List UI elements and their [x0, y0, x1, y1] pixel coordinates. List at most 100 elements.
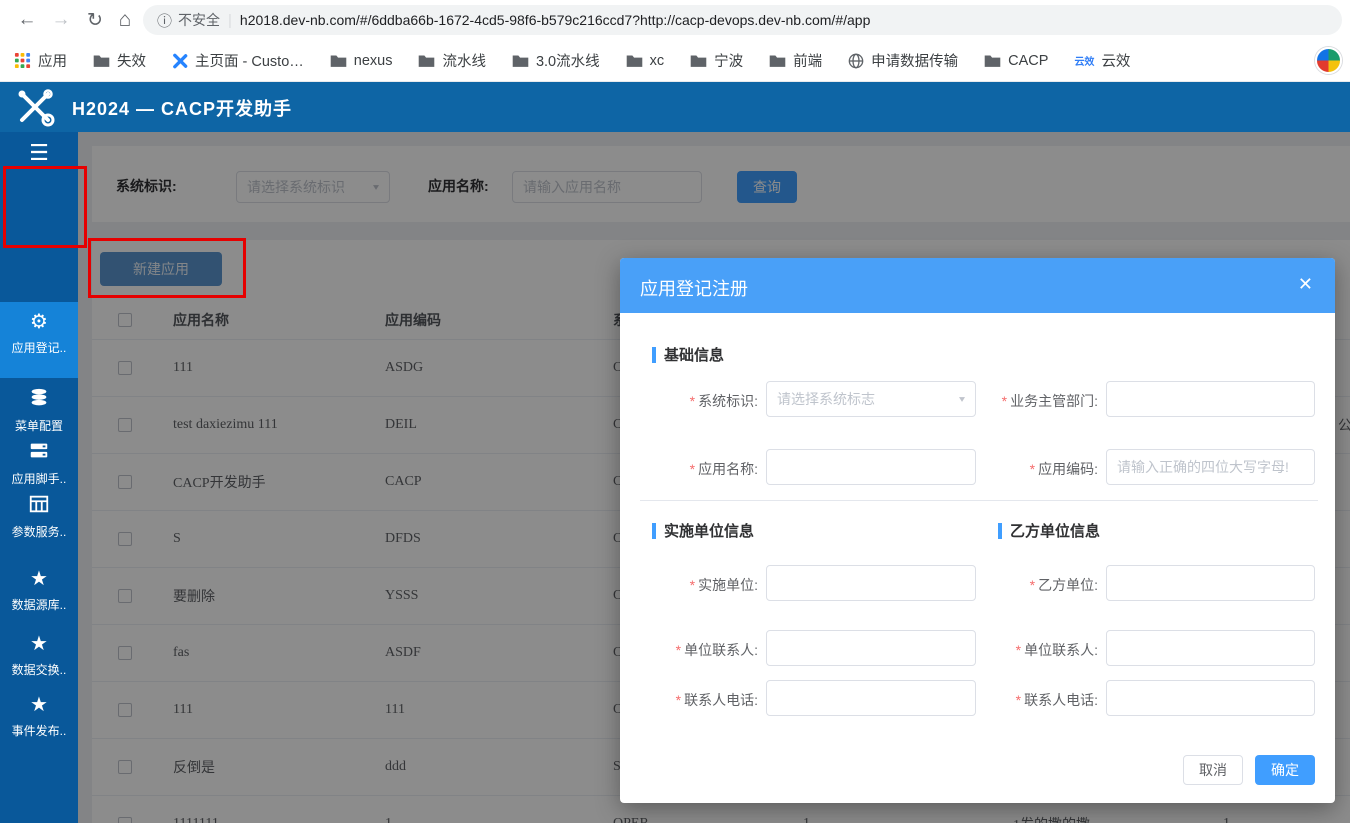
bookmark-label: 宁波: [714, 50, 743, 71]
section-party-b-info: 乙方单位信息: [998, 520, 1100, 541]
modal-b-phone-field: [1106, 680, 1315, 716]
section-bar: [652, 523, 656, 539]
folder-icon: [626, 53, 643, 68]
info-icon[interactable]: ⓘ: [157, 10, 172, 31]
bookmark-label: 主页面 - Custo…: [195, 50, 304, 71]
modal-b-unit-field: [1106, 565, 1315, 601]
modal-dept-field: [1106, 381, 1315, 417]
back-icon[interactable]: ←: [14, 7, 40, 33]
app-header: H2024 — CACP开发助手: [0, 82, 1350, 132]
sidebar-item-app-scaffold[interactable]: 应用脚手..: [0, 433, 78, 487]
modal-b-contact-label: *单位联系人:: [950, 640, 1098, 660]
modal-app-code-label: *应用编码:: [950, 459, 1098, 479]
url-text: h2018.dev-nb.com/#/6ddba66b-1672-4cd5-98…: [240, 12, 870, 28]
modal-dept-input[interactable]: [1106, 381, 1315, 417]
bookmark-item[interactable]: 流水线: [418, 50, 486, 71]
bookmark-label: 云效: [1101, 50, 1130, 71]
folder-icon: [512, 53, 529, 68]
confirm-button[interactable]: 确定: [1255, 755, 1315, 785]
folder-icon: [769, 53, 786, 68]
star-icon: ★: [0, 692, 78, 718]
forward-icon[interactable]: →: [48, 7, 74, 33]
browser-toolbar: ← → ↻ ⌂ ⓘ 不安全 | h2018.dev-nb.com/#/6ddba…: [0, 0, 1350, 40]
modal-app-code-field: [1106, 449, 1315, 485]
bookmarks-bar: 应用 失效 主页面 - Custo… nexus 流水线 3.0流水线 xc 宁波 前端 申请数据…: [0, 40, 1350, 82]
bookmark-label: 前端: [793, 50, 822, 71]
address-bar[interactable]: ⓘ 不安全 | h2018.dev-nb.com/#/6ddba66b-1672…: [143, 5, 1342, 35]
bookmark-item[interactable]: 3.0流水线: [512, 50, 600, 71]
modal-impl-phone-input[interactable]: [766, 680, 976, 716]
bookmark-label: 流水线: [442, 50, 486, 71]
globe-icon: [848, 53, 864, 69]
modal-b-unit-input[interactable]: [1106, 565, 1315, 601]
section-basic-info: 基础信息: [652, 344, 724, 365]
required-asterisk: *: [1002, 393, 1007, 409]
folder-icon: [984, 53, 1001, 68]
modal-app-code-input[interactable]: [1106, 449, 1315, 485]
bookmark-label: xc: [650, 53, 665, 69]
folder-icon: [418, 53, 435, 68]
modal-app-name-field: [766, 449, 976, 485]
required-asterisk: *: [690, 461, 695, 477]
bookmark-item[interactable]: 主页面 - Custo…: [172, 50, 304, 71]
cancel-button[interactable]: 取消: [1183, 755, 1243, 785]
sidebar-item-event-publish[interactable]: ★事件发布..: [0, 685, 78, 739]
section-impl-label: 实施单位信息: [664, 520, 754, 541]
close-icon[interactable]: ✕: [1298, 274, 1313, 295]
section-basic-label: 基础信息: [664, 344, 724, 365]
gear-icon: ⚙: [0, 309, 78, 335]
bookmark-item[interactable]: 申请数据传输: [848, 50, 958, 71]
modal-impl-phone-field: [766, 680, 976, 716]
required-asterisk: *: [676, 642, 681, 658]
bookmark-item[interactable]: 前端: [769, 50, 822, 71]
bookmark-item[interactable]: nexus: [330, 53, 393, 69]
modal-b-contact-input[interactable]: [1106, 630, 1315, 666]
modal-impl-contact-label: *单位联系人:: [638, 640, 758, 660]
sidebar-item-param-service[interactable]: 参数服务..: [0, 486, 78, 540]
bookmark-item[interactable]: 宁波: [690, 50, 743, 71]
bookmark-label: 失效: [117, 50, 146, 71]
dialog-header: 应用登记注册 ✕: [620, 258, 1335, 313]
modal-impl-unit-label: *实施单位:: [638, 575, 758, 595]
hamburger-menu-icon[interactable]: ☰: [0, 140, 78, 166]
sidebar-item-menu-config[interactable]: 菜单配置: [0, 380, 78, 434]
bookmark-label: nexus: [354, 53, 393, 69]
modal-b-phone-input[interactable]: [1106, 680, 1315, 716]
section-party-b-label: 乙方单位信息: [1010, 520, 1100, 541]
server-icon: [0, 440, 78, 466]
sidebar-item-label: 数据源库..: [0, 596, 78, 613]
bookmark-label: 申请数据传输: [871, 50, 958, 71]
modal-impl-unit-field: [766, 565, 976, 601]
profile-avatar[interactable]: [1315, 47, 1342, 74]
section-impl-info: 实施单位信息: [652, 520, 754, 541]
apps-grid-icon: [14, 52, 31, 69]
bookmark-item[interactable]: CACP: [984, 53, 1048, 69]
sidebar: ☰ ⚙应用登记..菜单配置应用脚手..参数服务..★数据源库..★数据交换..★…: [0, 132, 78, 823]
sidebar-item-app-register[interactable]: ⚙应用登记..: [0, 302, 78, 378]
modal-impl-unit-input[interactable]: [766, 565, 976, 601]
bookmark-item[interactable]: 失效: [93, 50, 146, 71]
bookmark-label: 应用: [38, 50, 67, 71]
bookmark-label: CACP: [1008, 53, 1048, 69]
sidebar-item-datasource[interactable]: ★数据源库..: [0, 559, 78, 613]
modal-b-phone-label: *联系人电话:: [950, 690, 1098, 710]
reload-icon[interactable]: ↻: [82, 7, 108, 33]
modal-impl-contact-input[interactable]: [766, 630, 976, 666]
modal-b-unit-label: *乙方单位:: [950, 575, 1098, 595]
modal-app-name-label: *应用名称:: [638, 459, 758, 479]
modal-b-contact-field: [1106, 630, 1315, 666]
bookmark-label: 3.0流水线: [536, 50, 600, 71]
sidebar-item-data-exchange[interactable]: ★数据交换..: [0, 624, 78, 678]
bookmark-item[interactable]: xc: [626, 53, 665, 69]
bookmark-item[interactable]: 应用: [14, 50, 67, 71]
modal-app-name-input[interactable]: [766, 449, 976, 485]
bookmark-item[interactable]: 云效云效: [1074, 50, 1130, 71]
modal-system-id-select[interactable]: 请选择系统标志 ▾: [766, 381, 976, 417]
home-icon[interactable]: ⌂: [112, 7, 138, 33]
folder-icon: [93, 53, 110, 68]
app-register-dialog: 应用登记注册 ✕ 基础信息 *系统标识: 请选择系统标志 ▾ *业务主管部门: …: [620, 258, 1335, 803]
page-title: H2024 — CACP开发助手: [72, 95, 292, 121]
sidebar-item-label: 应用脚手..: [0, 470, 78, 487]
url-separator: |: [228, 12, 232, 29]
app-logo-icon: [14, 86, 56, 128]
